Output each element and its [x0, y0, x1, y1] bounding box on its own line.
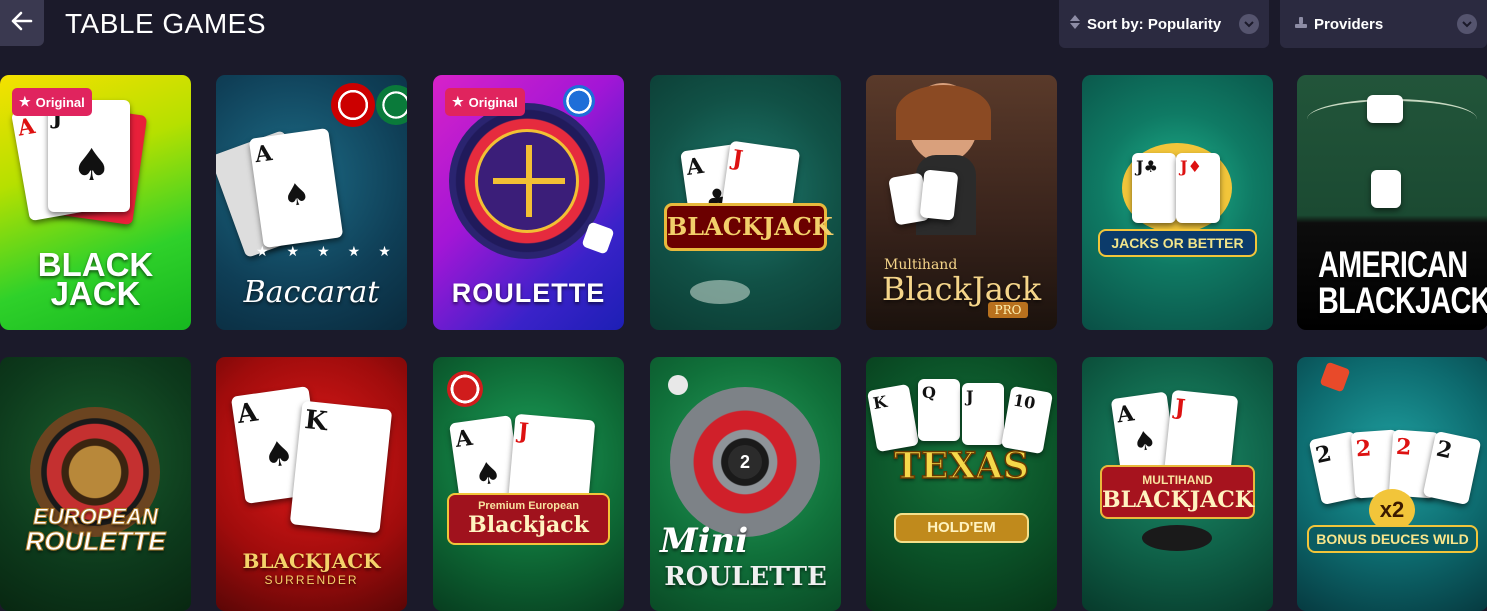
game-title: ROULETTE [451, 278, 606, 308]
providers-icon [1294, 15, 1308, 33]
game-title: Mini [660, 521, 749, 561]
game-tile-texas-holdem[interactable]: K Q J 10 TEXAS HOLD'EM [866, 357, 1057, 611]
sort-arrows-icon [1069, 14, 1081, 34]
page-title: TABLE GAMES [65, 8, 267, 39]
game-title: AMERICAN BLACKJACK [1318, 244, 1487, 321]
top-bar: TABLE GAMES Sort by: Popularity Provider… [0, 0, 1487, 62]
game-title: BLACKJACK [37, 246, 154, 312]
back-button[interactable] [0, 0, 44, 46]
game-tile-multihand-blackjack[interactable]: A ♠ J MULTIHAND BLACKJACK [1082, 357, 1273, 611]
game-tile-blackjack-surrender[interactable]: A ♠ K BLACKJACK SURRENDER [216, 357, 407, 611]
game-tile-multihand-blackjack-pro[interactable]: Multihand BlackJack PRO [866, 75, 1057, 330]
game-tile-mini-roulette[interactable]: 2 Mini ROULETTE [650, 357, 841, 611]
original-badge: ★ Original [445, 88, 525, 116]
game-title: ROULETTE [664, 562, 827, 592]
game-subtitle: HOLD'EM [894, 513, 1029, 543]
game-tile-blackjack[interactable]: A ♣ J BLACKJACK [650, 75, 841, 330]
sort-label: Sort by: Popularity [1087, 15, 1222, 33]
game-title: Blackjack [468, 512, 589, 538]
game-subtitle: Premium European [478, 500, 579, 512]
game-tile-jacks-or-better[interactable]: J♣ J♦ JACKS OR BETTER [1082, 75, 1273, 330]
game-tile-bonus-deuces-wild[interactable]: 2 2 2 2 x2 BONUS DEUCES WILD [1297, 357, 1487, 611]
game-subtitle: MULTIHAND [1142, 473, 1213, 487]
game-title: TEXAS [893, 444, 1029, 488]
game-tile-american-blackjack[interactable]: AMERICAN BLACKJACK [1297, 75, 1487, 330]
arrow-left-icon [11, 11, 33, 36]
game-tile-baccarat[interactable]: A ♠ ★★★★★ Baccarat [216, 75, 407, 330]
game-tile-european-roulette[interactable]: EUROPEAN ROULETTE [0, 357, 191, 611]
sort-dropdown[interactable]: Sort by: Popularity [1059, 0, 1269, 48]
game-title: BLACKJACK [1102, 487, 1254, 513]
chevron-down-icon [1457, 14, 1477, 34]
star-icon: ★ [452, 94, 464, 109]
game-title: BlackJack [881, 270, 1042, 308]
game-title: BLACKJACK [242, 549, 381, 573]
game-title: BONUS DEUCES WILD [1307, 525, 1478, 553]
pro-label: PRO [988, 302, 1028, 318]
game-tile-blackjack-original[interactable]: A J ♠ BLACK JACK ★ Original [0, 75, 191, 330]
chevron-down-icon [1239, 14, 1259, 34]
providers-label: Providers [1314, 15, 1384, 33]
providers-dropdown[interactable]: Providers [1280, 0, 1487, 48]
game-tile-premium-european-blackjack[interactable]: A ♠ J Premium European Blackjack [433, 357, 624, 611]
original-badge: ★ Original [12, 88, 92, 116]
game-title: EUROPEAN ROULETTE [25, 504, 166, 556]
game-title: BLACKJACK [664, 203, 833, 251]
game-tile-roulette-original[interactable]: ROULETTE ★ Original [433, 75, 624, 330]
star-icon: ★ [19, 94, 31, 109]
game-title: JACKS OR BETTER [1098, 229, 1257, 257]
game-subtitle: SURRENDER [264, 573, 359, 587]
game-title: Baccarat [243, 275, 380, 310]
